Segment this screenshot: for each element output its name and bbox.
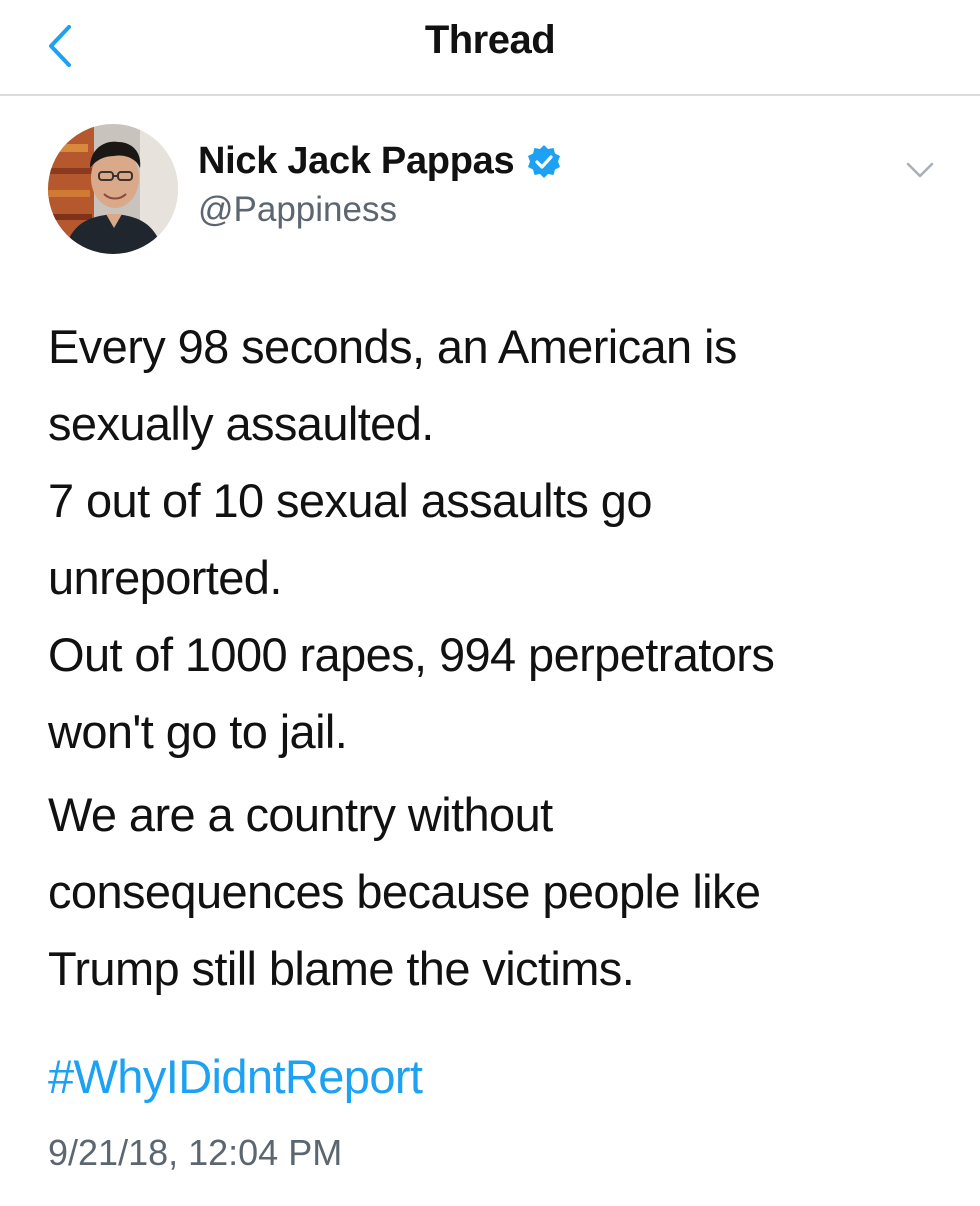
tweet-paragraph: We are a country without consequences be… (48, 776, 948, 1007)
tweet-timestamp: 9/21/18, 12:04 PM (48, 1132, 343, 1173)
hashtag-link[interactable]: #WhyIDidntReport (48, 1044, 423, 1110)
tweet-line: consequences because people like (48, 865, 761, 918)
tweet-text: Every 98 seconds, an American is sexuall… (48, 308, 948, 1007)
tweet-line: unreported. (48, 551, 282, 604)
avatar-photo (48, 124, 178, 254)
chevron-down-icon (906, 162, 934, 178)
verified-badge-icon (526, 144, 562, 180)
nav-bar: Thread (0, 0, 980, 96)
tweet-line: We are a country without (48, 788, 553, 841)
tweet-line: Every 98 seconds, an American is (48, 320, 737, 373)
author-name: Nick Jack Pappas (198, 140, 515, 182)
tweet-paragraph: Every 98 seconds, an American is sexuall… (48, 308, 948, 770)
tweet-line: 7 out of 10 sexual assaults go (48, 474, 652, 527)
author-handle[interactable]: @Pappiness (198, 190, 397, 230)
tweet-line: Trump still blame the victims. (48, 942, 635, 995)
tweet-line: Out of 1000 rapes, 994 perpetrators (48, 628, 775, 681)
more-options-button[interactable] (898, 152, 942, 188)
avatar[interactable] (48, 124, 178, 254)
tweet-line: won't go to jail. (48, 705, 348, 758)
page-title: Thread (424, 18, 556, 62)
tweet-line: sexually assaulted. (48, 397, 434, 450)
author-name-row[interactable]: Nick Jack Pappas (198, 140, 562, 183)
